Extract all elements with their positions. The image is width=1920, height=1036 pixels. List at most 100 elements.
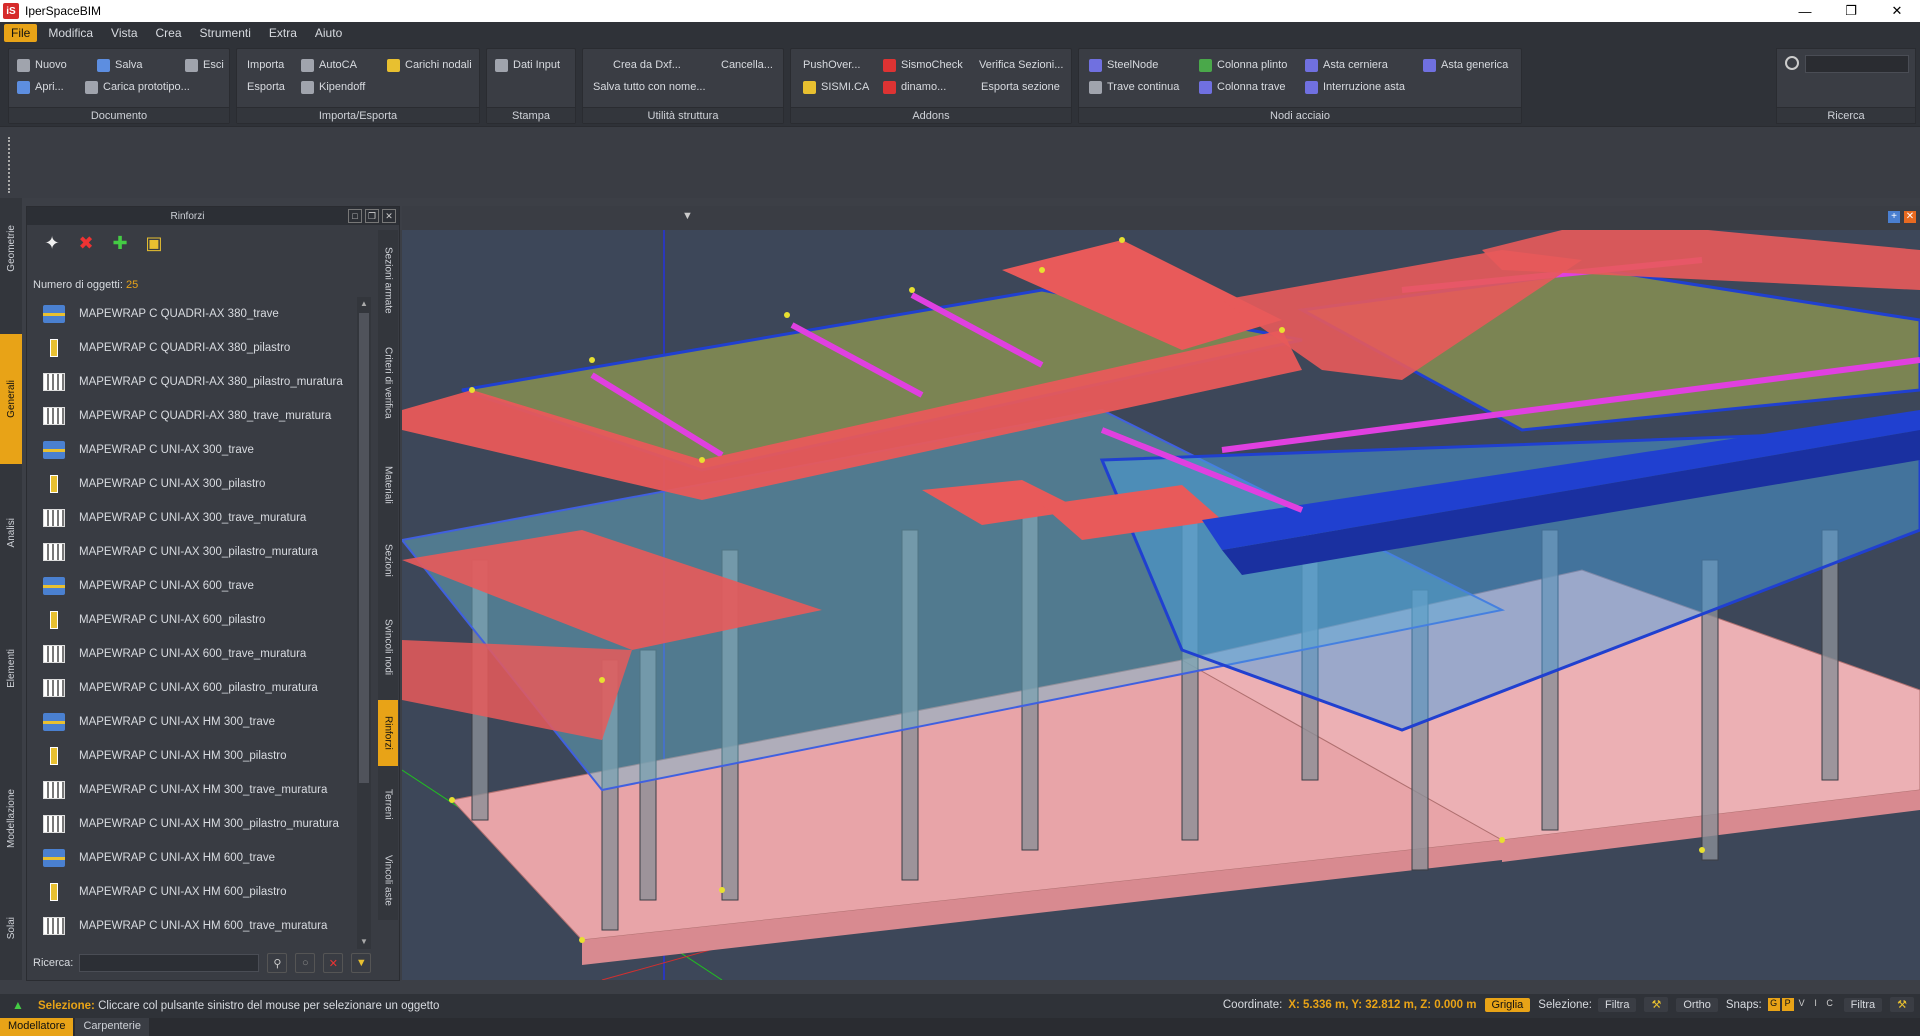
dati-input-button[interactable]: Dati Input bbox=[495, 55, 560, 75]
list-item[interactable]: MAPEWRAP C UNI-AX 300_trave bbox=[37, 433, 377, 467]
colonna-trave-button[interactable]: Colonna trave bbox=[1199, 77, 1286, 97]
close-icon[interactable]: ✕ bbox=[1874, 0, 1920, 22]
menu-modifica[interactable]: Modifica bbox=[41, 24, 100, 42]
search-filter-icon[interactable]: ▼ bbox=[351, 953, 372, 973]
ortho-toggle[interactable]: Ortho bbox=[1676, 997, 1718, 1012]
tab-generali[interactable]: Generali bbox=[0, 334, 22, 464]
list-scrollbar[interactable]: ▲ ▼ bbox=[357, 297, 371, 949]
snap-v-toggle[interactable]: V bbox=[1796, 998, 1808, 1011]
trave-continua-button[interactable]: Trave continua bbox=[1089, 77, 1179, 97]
list-item[interactable]: MAPEWRAP C UNI-AX 300_pilastro bbox=[37, 467, 377, 501]
float-icon[interactable]: ❐ bbox=[365, 209, 379, 223]
menu-vista[interactable]: Vista bbox=[104, 24, 144, 42]
list-item[interactable]: MAPEWRAP C UNI-AX 600_trave bbox=[37, 569, 377, 603]
ribbon-search-input[interactable] bbox=[1805, 55, 1909, 73]
scroll-up-icon[interactable]: ▲ bbox=[357, 297, 371, 311]
list-item[interactable]: MAPEWRAP C QUADRI-AX 380_trave_muratura bbox=[37, 399, 377, 433]
apri-button[interactable]: Apri... bbox=[17, 77, 64, 97]
esci-button[interactable]: Esci bbox=[185, 55, 224, 75]
importa-button[interactable]: Importa bbox=[247, 55, 284, 75]
search-clear-icon[interactable]: ✕ bbox=[323, 953, 344, 973]
tab-criteri-verifica[interactable]: Criteri di verifica bbox=[378, 338, 398, 428]
salva-tutto-button[interactable]: Salva tutto con nome... bbox=[593, 77, 706, 97]
dinamo-button[interactable]: dinamo... bbox=[883, 77, 946, 97]
list-item[interactable]: MAPEWRAP C UNI-AX HM 300_trave bbox=[37, 705, 377, 739]
search-go-icon[interactable]: ⚲ bbox=[267, 953, 288, 973]
panel-search-input[interactable] bbox=[79, 954, 260, 972]
wrench-icon[interactable]: ⚒ bbox=[1644, 997, 1669, 1012]
sismocheck-button[interactable]: SismoCheck bbox=[883, 55, 963, 75]
tab-svincoli-nodi[interactable]: Svincoli nodi bbox=[378, 602, 398, 692]
list-item[interactable]: MAPEWRAP C UNI-AX HM 300_pilastro bbox=[37, 739, 377, 773]
snap-g-toggle[interactable]: G bbox=[1767, 998, 1780, 1011]
tab-sezioni[interactable]: Sezioni bbox=[378, 530, 398, 590]
griglia-toggle[interactable]: Griglia bbox=[1484, 997, 1531, 1012]
asta-cerniera-button[interactable]: Asta cerniera bbox=[1305, 55, 1388, 75]
tab-carpenterie[interactable]: Carpenterie bbox=[75, 1018, 149, 1036]
colonna-plinto-button[interactable]: Colonna plinto bbox=[1199, 55, 1287, 75]
list-item[interactable]: MAPEWRAP C QUADRI-AX 380_pilastro bbox=[37, 331, 377, 365]
carica-prototipo-button[interactable]: Carica prototipo... bbox=[85, 77, 190, 97]
list-item[interactable]: MAPEWRAP C QUADRI-AX 380_pilastro_muratu… bbox=[37, 365, 377, 399]
kipendoff-button[interactable]: Kipendoff bbox=[301, 77, 365, 97]
tab-sezioni-armate[interactable]: Sezioni armate bbox=[378, 230, 398, 330]
tab-materiali[interactable]: Materiali bbox=[378, 450, 398, 520]
viewport-close-icon[interactable]: ✕ bbox=[1904, 211, 1916, 223]
carichi-nodali-button[interactable]: Carichi nodali bbox=[387, 55, 472, 75]
list-item[interactable]: MAPEWRAP C UNI-AX HM 600_pilastro bbox=[37, 875, 377, 909]
esporta-button[interactable]: Esporta bbox=[247, 77, 285, 97]
menu-strumenti[interactable]: Strumenti bbox=[193, 24, 258, 42]
snap-wrench-icon[interactable]: ⚒ bbox=[1890, 997, 1914, 1012]
crea-da-dxf-button[interactable]: Crea da Dxf... bbox=[613, 55, 681, 75]
scroll-thumb[interactable] bbox=[359, 313, 369, 783]
list-item[interactable]: MAPEWRAP C UNI-AX HM 600_trave bbox=[37, 841, 377, 875]
autoca-button[interactable]: AutoCA bbox=[301, 55, 357, 75]
menu-file[interactable]: File bbox=[4, 24, 38, 42]
cancella-button[interactable]: Cancella... bbox=[721, 55, 773, 75]
tab-geometrie[interactable]: Geometrie bbox=[0, 208, 22, 288]
menu-crea[interactable]: Crea bbox=[149, 24, 189, 42]
esporta-sezione-button[interactable]: Esporta sezione bbox=[981, 77, 1060, 97]
tab-vincoli-aste[interactable]: Vincoli aste bbox=[378, 840, 398, 920]
list-item[interactable]: MAPEWRAP C UNI-AX HM 600_trave_muratura bbox=[37, 909, 377, 943]
nuovo-button[interactable]: Nuovo bbox=[17, 55, 67, 75]
list-item[interactable]: MAPEWRAP C UNI-AX 300_trave_muratura bbox=[37, 501, 377, 535]
interruzione-asta-button[interactable]: Interruzione asta bbox=[1305, 77, 1405, 97]
tab-analisi[interactable]: Analisi bbox=[0, 498, 22, 568]
menu-extra[interactable]: Extra bbox=[262, 24, 304, 42]
list-item[interactable]: MAPEWRAP C UNI-AX 300_pilastro_muratura bbox=[37, 535, 377, 569]
pushover-button[interactable]: PushOver... bbox=[803, 55, 860, 75]
add-icon[interactable]: ✚ bbox=[109, 232, 131, 254]
tab-modellatore[interactable]: Modellatore bbox=[0, 1018, 74, 1036]
list-item[interactable]: MAPEWRAP C UNI-AX HM 300_trave_muratura bbox=[37, 773, 377, 807]
panel-close-icon[interactable]: ✕ bbox=[382, 209, 396, 223]
tab-rinforzi[interactable]: Rinforzi bbox=[378, 700, 398, 766]
minimize-icon[interactable]: — bbox=[1782, 0, 1828, 22]
folder-icon[interactable]: ▣ bbox=[143, 232, 165, 254]
filtra-button[interactable]: Filtra bbox=[1598, 997, 1637, 1012]
list-item[interactable]: MAPEWRAP C UNI-AX 600_trave_muratura bbox=[37, 637, 377, 671]
list-item[interactable]: MAPEWRAP C UNI-AX HM 300_pilastro_muratu… bbox=[37, 807, 377, 841]
pin-icon[interactable]: □ bbox=[348, 209, 362, 223]
toolbar-grip-icon[interactable] bbox=[8, 137, 11, 193]
steelnode-button[interactable]: SteelNode bbox=[1089, 55, 1158, 75]
scroll-down-icon[interactable]: ▼ bbox=[357, 935, 371, 949]
tab-elementi[interactable]: Elementi bbox=[0, 618, 22, 718]
asta-generica-button[interactable]: Asta generica bbox=[1423, 55, 1508, 75]
list-item[interactable]: MAPEWRAP C QUADRI-AX 380_trave bbox=[37, 297, 377, 331]
viewport-3d[interactable] bbox=[402, 230, 1920, 980]
salva-button[interactable]: Salva bbox=[97, 55, 143, 75]
snap-i-toggle[interactable]: I bbox=[1810, 998, 1822, 1011]
list-item[interactable]: MAPEWRAP C UNI-AX 600_pilastro bbox=[37, 603, 377, 637]
snap-p-toggle[interactable]: P bbox=[1781, 998, 1794, 1011]
tab-solai[interactable]: Solai bbox=[0, 898, 22, 958]
search-options-icon[interactable]: ○ bbox=[295, 953, 316, 973]
sismica-button[interactable]: SISMI.CA bbox=[803, 77, 869, 97]
verifica-sezioni-button[interactable]: Verifica Sezioni... bbox=[979, 55, 1063, 75]
viewport-add-icon[interactable]: + bbox=[1888, 211, 1900, 223]
snap-filtra-button[interactable]: Filtra bbox=[1843, 997, 1883, 1012]
new-item-icon[interactable]: ✦ bbox=[41, 232, 63, 254]
restore-icon[interactable]: ❐ bbox=[1828, 0, 1874, 22]
snap-c-toggle[interactable]: C bbox=[1824, 998, 1836, 1011]
list-item[interactable]: MAPEWRAP C UNI-AX 600_pilastro_muratura bbox=[37, 671, 377, 705]
